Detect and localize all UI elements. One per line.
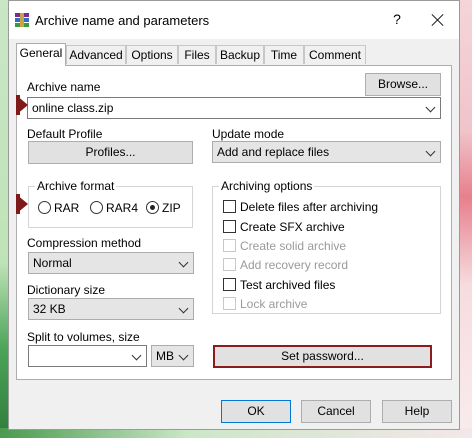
radio-rar[interactable]: [38, 201, 51, 214]
tab-general[interactable]: General: [16, 43, 66, 66]
test-archived-label[interactable]: Test archived files: [240, 278, 335, 292]
archiving-options-label: Archiving options: [219, 179, 315, 193]
dictionary-size-label: Dictionary size: [27, 283, 106, 297]
set-password-button[interactable]: Set password...: [213, 345, 432, 368]
checkbox-test-archived[interactable]: [223, 278, 236, 291]
update-mode-select[interactable]: Add and replace files: [212, 141, 441, 163]
tab-advanced[interactable]: Advanced: [66, 45, 126, 64]
archive-name-combo[interactable]: online class.zip: [27, 97, 441, 119]
checkbox-recovery-record: [223, 258, 236, 271]
tab-comment[interactable]: Comment: [304, 45, 366, 64]
split-volumes-combo[interactable]: [28, 345, 147, 367]
compression-method-value: Normal: [33, 256, 72, 270]
archive-name-value: online class.zip: [32, 101, 114, 115]
background-photo-right: [460, 0, 472, 438]
tab-options[interactable]: Options: [126, 45, 178, 64]
cancel-button[interactable]: Cancel: [301, 400, 371, 423]
delete-files-label[interactable]: Delete files after archiving: [240, 200, 378, 214]
window-title: Archive name and parameters: [35, 13, 210, 28]
archive-format-marker-arrow: [16, 194, 28, 214]
checkbox-delete-files[interactable]: [223, 200, 236, 213]
dictionary-size-value: 32 KB: [33, 302, 66, 316]
ok-button[interactable]: OK: [221, 400, 291, 423]
archive-name-marker-arrow: [16, 95, 28, 115]
radio-rar4[interactable]: [90, 201, 103, 214]
radio-zip-label[interactable]: ZIP: [162, 201, 181, 215]
compression-method-select[interactable]: Normal: [28, 252, 194, 274]
archive-format-group: Archive format RAR RAR4 ZIP: [28, 179, 193, 228]
compression-method-label: Compression method: [27, 236, 142, 250]
tab-files[interactable]: Files: [178, 45, 216, 64]
radio-rar-label[interactable]: RAR: [54, 201, 79, 215]
help-button[interactable]: Help: [382, 400, 452, 423]
recovery-record-label: Add recovery record: [240, 258, 349, 272]
radio-zip[interactable]: [146, 201, 159, 214]
chevron-down-icon[interactable]: [425, 146, 436, 157]
checkbox-create-solid: [223, 239, 236, 252]
update-mode-label: Update mode: [212, 127, 285, 141]
dictionary-size-select[interactable]: 32 KB: [28, 298, 194, 320]
split-volumes-label: Split to volumes, size: [27, 330, 140, 344]
create-solid-label: Create solid archive: [240, 239, 347, 253]
archive-name-label: Archive name: [27, 80, 101, 94]
archive-dialog: Archive name and parameters ? General Ad…: [8, 0, 460, 430]
tab-time[interactable]: Time: [264, 45, 304, 64]
browse-button[interactable]: Browse...: [365, 73, 441, 96]
update-mode-value: Add and replace files: [217, 145, 330, 159]
split-unit-select[interactable]: MB: [151, 345, 194, 367]
chevron-down-icon[interactable]: [425, 102, 436, 113]
create-sfx-label[interactable]: Create SFX archive: [240, 220, 345, 234]
checkbox-lock-archive: [223, 297, 236, 310]
close-icon[interactable]: [426, 8, 450, 32]
checkbox-create-sfx[interactable]: [223, 220, 236, 233]
archiving-options-group: Archiving options Delete files after arc…: [212, 179, 441, 314]
chevron-down-icon[interactable]: [178, 350, 189, 361]
default-profile-label: Default Profile: [27, 127, 103, 141]
chevron-down-icon[interactable]: [131, 350, 142, 361]
chevron-down-icon[interactable]: [178, 257, 189, 268]
title-bar: Archive name and parameters ?: [9, 1, 459, 39]
help-title-button[interactable]: ?: [389, 11, 405, 27]
split-unit-value: MB: [156, 349, 174, 363]
tab-backup[interactable]: Backup: [216, 45, 264, 64]
winrar-app-icon: [15, 13, 29, 27]
radio-rar4-label[interactable]: RAR4: [106, 201, 138, 215]
archive-format-label: Archive format: [35, 179, 117, 193]
lock-archive-label: Lock archive: [240, 297, 308, 311]
general-tab-panel: Archive name Browse... online class.zip …: [16, 65, 452, 380]
profiles-button[interactable]: Profiles...: [28, 141, 193, 164]
chevron-down-icon[interactable]: [178, 303, 189, 314]
